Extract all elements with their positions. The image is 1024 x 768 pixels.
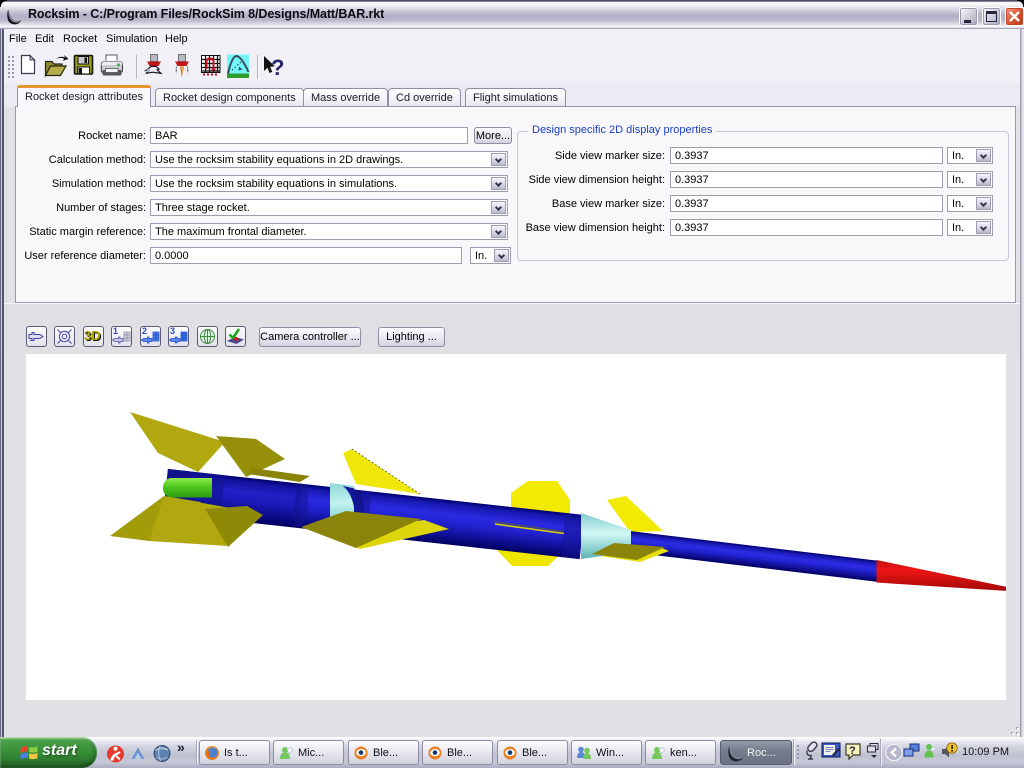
svg-text:2: 2	[142, 326, 147, 336]
svg-text:3D: 3D	[84, 328, 101, 343]
svg-text:3: 3	[170, 326, 175, 336]
svg-text:1: 1	[113, 326, 118, 336]
svg-text:?: ?	[271, 55, 284, 80]
svg-text:»: »	[177, 739, 185, 755]
svg-text:?: ?	[849, 745, 856, 757]
